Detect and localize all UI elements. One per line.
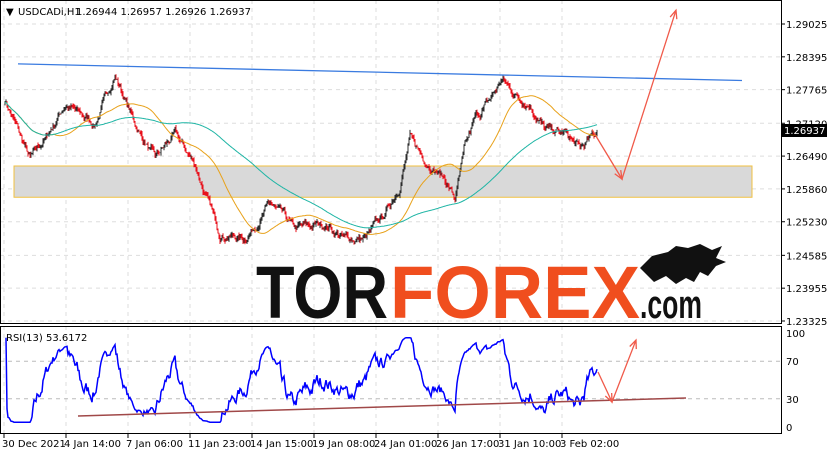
logo-tor: TOR bbox=[256, 251, 388, 334]
ma-slow-line bbox=[4, 101, 598, 229]
frame bbox=[0, 0, 782, 434]
rsi-tick-label: 70 bbox=[786, 357, 799, 368]
time-tick-label: 26 Jan 17:00 bbox=[436, 439, 499, 450]
support-zone bbox=[13, 165, 753, 198]
resistance-trendline bbox=[17, 63, 743, 82]
time-tick-label: 3 Feb 02:00 bbox=[560, 439, 619, 450]
time-tick-label: 30 Dec 2021 bbox=[2, 439, 66, 450]
time-tick-label: 19 Jan 08:00 bbox=[312, 439, 375, 450]
rsi-tick-label: 100 bbox=[786, 329, 805, 340]
time-tick-label: 24 Jan 01:00 bbox=[374, 439, 437, 450]
price-tick-label: 1.28395 bbox=[786, 53, 827, 64]
time-tick-label: 31 Jan 10:00 bbox=[498, 439, 561, 450]
drawings bbox=[17, 8, 743, 181]
price-tick-label: 1.26490 bbox=[786, 152, 827, 163]
rsi-support-trendline bbox=[77, 397, 687, 417]
rsi-tick-label: 30 bbox=[786, 395, 799, 406]
rsi-panel-border bbox=[0, 326, 782, 434]
price-tick-label: 1.25230 bbox=[786, 218, 827, 229]
time-tick-label: 14 Jan 15:00 bbox=[250, 439, 313, 450]
price-tick-label: 1.29025 bbox=[786, 20, 827, 31]
logo-com: .com bbox=[640, 283, 702, 327]
price-tick-label: 1.27765 bbox=[786, 86, 827, 97]
torforex-logo: TOR FOREX .com bbox=[256, 244, 726, 334]
moving-averages bbox=[4, 95, 598, 235]
ohlc-label: 1.26944 1.26957 1.26926 1.26937 bbox=[76, 7, 251, 18]
ma-fast-line bbox=[4, 95, 598, 235]
grid bbox=[0, 0, 781, 434]
time-tick-label: 4 Jan 14:00 bbox=[64, 439, 121, 450]
price-tick-label: 1.23955 bbox=[786, 284, 827, 295]
time-tick-label: 7 Jan 06:00 bbox=[126, 439, 183, 450]
axes: 1.290251.283951.277651.271201.264901.258… bbox=[2, 20, 827, 450]
rsi-panel bbox=[5, 336, 687, 424]
support-zone-rect bbox=[13, 165, 753, 198]
time-tick-label: 11 Jan 23:00 bbox=[188, 439, 251, 450]
price-forecast-arrow bbox=[591, 9, 677, 181]
rsi-forecast-arrow bbox=[597, 339, 637, 404]
bull-icon bbox=[640, 244, 726, 284]
rsi-tick-label: 0 bbox=[786, 423, 792, 434]
symbol-label: USDCADi,H1 bbox=[18, 7, 81, 18]
price-tick-label: 1.24585 bbox=[786, 251, 827, 262]
chart-area[interactable]: TOR FOREX .com 1.290251.283951.277651.27… bbox=[0, 0, 827, 455]
current-price-label: 1.26937 bbox=[784, 126, 825, 137]
price-tick-label: 1.23325 bbox=[786, 317, 827, 328]
rsi-label: RSI(13) 53.6172 bbox=[6, 333, 87, 344]
price-tick-label: 1.25860 bbox=[786, 185, 827, 196]
logo-forex: FOREX bbox=[390, 251, 640, 334]
symbol-caret-icon[interactable]: ▼ bbox=[6, 7, 14, 18]
candles bbox=[4, 74, 598, 245]
